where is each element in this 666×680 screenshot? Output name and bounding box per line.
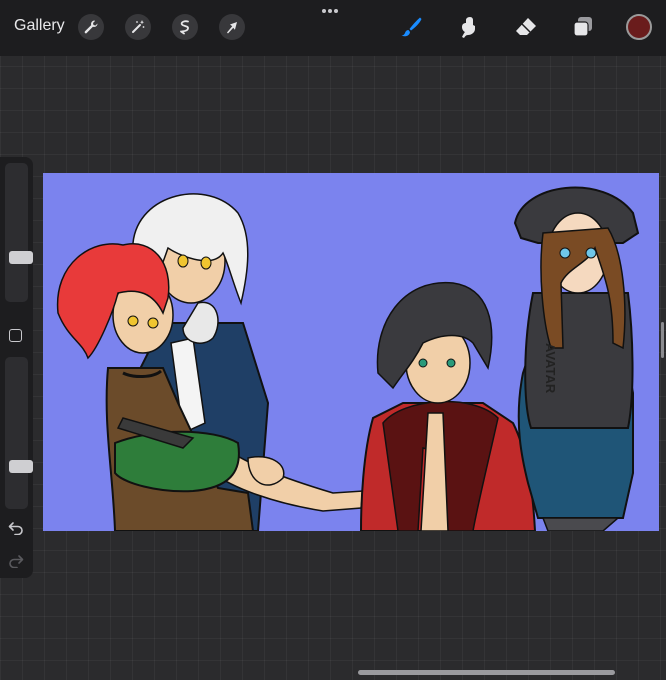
transform-button[interactable] [219, 14, 245, 40]
wrench-icon [83, 19, 99, 35]
artwork-illustration: AVATAR [56, 186, 640, 531]
layers-button[interactable] [570, 14, 596, 40]
brush-icon [399, 15, 423, 39]
opacity-slider-thumb[interactable] [9, 460, 33, 473]
eraser-icon [514, 15, 538, 39]
actions-button[interactable] [78, 14, 104, 40]
character-hooded: AVATAR [513, 186, 640, 531]
modify-button[interactable] [9, 329, 22, 342]
brush-size-slider[interactable] [5, 163, 33, 302]
undo-icon[interactable] [8, 521, 24, 536]
more-options-icon[interactable] [318, 3, 342, 13]
drawing-canvas[interactable]: AVATAR [43, 173, 659, 531]
smudge-icon [456, 15, 480, 39]
selection-icon [177, 19, 193, 35]
layers-icon [571, 15, 595, 39]
selection-button[interactable] [172, 14, 198, 40]
left-sidebar [0, 157, 33, 578]
character-dark-hair [359, 281, 537, 531]
gallery-button[interactable]: Gallery [14, 17, 65, 35]
magic-wand-icon [130, 19, 146, 35]
eraser-button[interactable] [513, 14, 539, 40]
transform-arrow-icon [224, 19, 240, 35]
scroll-indicator [661, 322, 664, 358]
top-toolbar: Gallery [0, 0, 666, 56]
brush-button[interactable] [398, 14, 424, 40]
adjustments-button[interactable] [125, 14, 151, 40]
color-picker-button[interactable] [626, 14, 652, 40]
brush-size-slider-thumb[interactable] [9, 251, 33, 264]
hoodie-text: AVATAR [543, 343, 558, 394]
redo-icon[interactable] [8, 554, 24, 569]
opacity-slider[interactable] [5, 357, 33, 509]
smudge-button[interactable] [455, 14, 481, 40]
home-indicator [358, 670, 615, 675]
